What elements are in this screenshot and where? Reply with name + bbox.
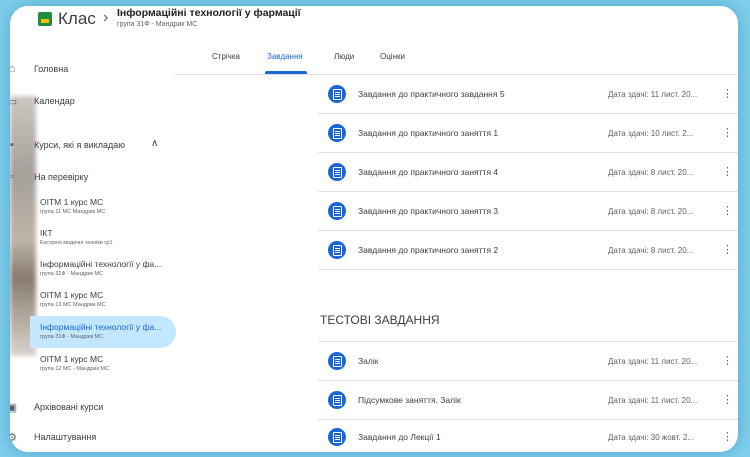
gear-icon: ⚙: [10, 431, 17, 444]
tab-grades[interactable]: Оцінки: [380, 52, 405, 61]
more-vert-icon[interactable]: ⋮: [722, 128, 733, 139]
assignment-due: Дата здачі: 8 лист. 20...: [608, 206, 694, 216]
assignment-row[interactable]: Завдання до практичного завдання 5 Дата …: [318, 75, 738, 114]
sidebar-course-active[interactable]: Інформаційні технології у фа... група 31…: [40, 322, 176, 340]
sidebar-item-label: Календар: [34, 96, 75, 106]
sidebar-item-archived[interactable]: ▣ Архівовані курси: [10, 392, 172, 422]
sidebar-course[interactable]: ОІТМ 1 курс МС група 13 МС Мандрик МС: [40, 290, 176, 308]
active-tab-indicator: [265, 71, 307, 74]
assignment-due: Дата здачі: 11 лист. 20...: [608, 356, 698, 366]
assignment-icon: [328, 85, 346, 103]
course-subtitle: Екстрені медичні техніки гр1: [40, 240, 113, 246]
calendar-icon: ▭: [10, 95, 18, 108]
assignment-row[interactable]: Завдання до практичного заняття 2 Дата з…: [318, 231, 738, 270]
assignment-title: Залік: [358, 356, 379, 366]
app-name[interactable]: Клас: [58, 9, 96, 29]
assignment-due: Дата здачі: 10 лист. 2...: [608, 128, 694, 138]
class-subtitle: група 31Ф - Мандрик МС: [117, 21, 198, 28]
tab-stream[interactable]: Стрічка: [212, 52, 240, 61]
sidebar-course[interactable]: Інформаційні технології у фа... група 32…: [40, 259, 176, 277]
sidebar-item-label: На перевірку: [34, 172, 89, 182]
course-subtitle: група 12 МС - Мандрик МС: [40, 366, 109, 372]
breadcrumb-chevron-icon: ›: [103, 9, 109, 26]
class-tabs: Стрічка Завдання Люди Оцінки: [175, 44, 738, 75]
more-vert-icon[interactable]: ⋮: [722, 206, 733, 217]
assignment-title: Завдання до практичного заняття 1: [358, 128, 499, 138]
assignment-icon: [328, 352, 346, 370]
assignment-icon: [328, 202, 346, 220]
assignment-row[interactable]: Завдання до практичного заняття 1 Дата з…: [318, 114, 738, 153]
sidebar-item-home[interactable]: ⌂ Головна: [10, 54, 172, 84]
class-title[interactable]: Інформаційні технології у фармації: [117, 7, 301, 19]
assignment-due: Дата здачі: 30 жовт. 2...: [608, 432, 695, 442]
tab-people[interactable]: Люди: [334, 52, 354, 61]
teaching-icon: ▪: [10, 139, 14, 151]
course-title: ОІТМ 1 курс МС: [40, 354, 104, 364]
course-title: Інформаційні технології у фа...: [40, 259, 162, 269]
assignment-row[interactable]: Завдання до практичного заняття 4 Дата з…: [318, 153, 738, 192]
sidebar-item-label: Архівовані курси: [34, 402, 104, 412]
course-title: Інформаційні технології у фа...: [40, 322, 162, 332]
sidebar-course[interactable]: ОІТМ 1 курс МС група 12 МС - Мандрик МС: [40, 354, 176, 372]
top-bar: Клас › Інформаційні технології у фармаці…: [10, 6, 738, 44]
sidebar-item-settings[interactable]: ⚙ Налаштування: [10, 422, 172, 452]
course-subtitle: група 11 МС Мандрик МС: [40, 209, 106, 215]
sidebar-item-label: Курси, які я викладаю: [34, 140, 125, 150]
chevron-up-icon[interactable]: ∧: [151, 138, 158, 149]
assignment-icon: [328, 163, 346, 181]
assignment-title: Завдання до Лекції 1: [358, 432, 441, 442]
assignment-due: Дата здачі: 11 лист. 20...: [608, 395, 698, 405]
sidebar-course[interactable]: ОІТМ 1 курс МС група 11 МС Мандрик МС: [40, 197, 176, 215]
home-icon: ⌂: [10, 63, 16, 75]
classroom-window: Клас › Інформаційні технології у фармаці…: [10, 6, 738, 452]
assignment-row[interactable]: Залік Дата здачі: 11 лист. 20... ⋮: [318, 342, 738, 381]
tab-classwork[interactable]: Завдання: [267, 52, 303, 61]
assignment-icon: [328, 124, 346, 142]
more-vert-icon[interactable]: ⋮: [722, 167, 733, 178]
assignment-row[interactable]: Завдання до практичного заняття 3 Дата з…: [318, 192, 738, 231]
assignment-icon: [328, 391, 346, 409]
assignment-title: Підсумкове заняття. Залік: [358, 395, 461, 405]
course-subtitle: група 13 МС Мандрик МС: [40, 302, 106, 308]
sidebar: ⌂ Головна ▭ Календар ▪ Курси, які я викл…: [10, 44, 176, 452]
more-vert-icon[interactable]: ⋮: [722, 245, 733, 256]
assignment-row[interactable]: Завдання до Лекції 1 Дата здачі: 30 жовт…: [318, 418, 738, 452]
assignment-due: Дата здачі: 11 лист. 20...: [608, 89, 698, 99]
more-vert-icon[interactable]: ⋮: [722, 395, 733, 406]
assignment-due: Дата здачі: 8 лист. 20...: [608, 245, 694, 255]
course-title: ОІТМ 1 курс МС: [40, 197, 104, 207]
assignment-title: Завдання до практичного заняття 3: [358, 206, 499, 216]
archive-icon: ▣: [10, 401, 18, 414]
review-icon: ▫: [10, 171, 14, 183]
sidebar-item-teaching[interactable]: ▪ Курси, які я викладаю: [10, 130, 172, 160]
sidebar-item-calendar[interactable]: ▭ Календар: [10, 86, 172, 116]
assignment-icon: [328, 241, 346, 259]
sidebar-item-label: Головна: [34, 64, 69, 74]
course-title: ІКТ: [40, 228, 53, 238]
course-subtitle: група 31Ф - Мандрик МС: [40, 334, 104, 340]
topic-title: ТЕСТОВІ ЗАВДАННЯ: [320, 313, 440, 327]
course-title: ОІТМ 1 курс МС: [40, 290, 104, 300]
assignment-title: Завдання до практичного заняття 2: [358, 245, 499, 255]
assignment-due: Дата здачі: 8 лист. 20...: [608, 167, 694, 177]
assignment-title: Завдання до практичного заняття 4: [358, 167, 499, 177]
classroom-logo-icon[interactable]: [38, 12, 52, 26]
more-vert-icon[interactable]: ⋮: [733, 310, 738, 323]
course-subtitle: група 32Ф - Мандрик МС: [40, 271, 104, 277]
assignment-title: Завдання до практичного завдання 5: [358, 89, 505, 99]
sidebar-item-label: Налаштування: [34, 432, 97, 442]
more-vert-icon[interactable]: ⋮: [722, 432, 733, 443]
more-vert-icon[interactable]: ⋮: [722, 356, 733, 367]
assignment-icon: [328, 428, 346, 446]
sidebar-course[interactable]: ІКТ Екстрені медичні техніки гр1: [40, 228, 176, 246]
sidebar-item-review[interactable]: ▫ На перевірку: [10, 162, 172, 192]
more-vert-icon[interactable]: ⋮: [722, 89, 733, 100]
assignment-row[interactable]: Підсумкове заняття. Залік Дата здачі: 11…: [318, 381, 738, 420]
